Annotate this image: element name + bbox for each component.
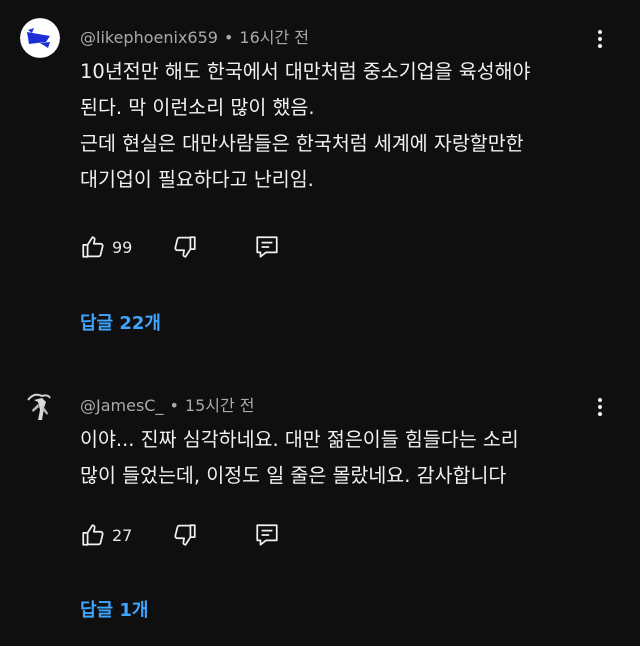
more-vertical-icon[interactable] (588, 393, 612, 421)
dislike-button[interactable] (172, 522, 198, 548)
comment-timestamp[interactable]: 15시간 전 (185, 396, 255, 415)
comment-text: 이야... 진짜 심각하네요. 대만 젊은이들 힘들다는 소리 많이 들었는데,… (80, 422, 519, 494)
comment-actions: 27 (80, 521, 280, 549)
comment-text: 10년전만 해도 한국에서 대만처럼 중소기업을 육성해야 된다. 막 이런소리… (80, 54, 531, 198)
dislike-button[interactable] (172, 234, 198, 260)
reply-button[interactable] (254, 234, 280, 260)
reply-icon (254, 234, 280, 260)
thumb-up-icon (80, 522, 106, 548)
comment-text-line: 된다. 막 이런소리 많이 했음. (80, 96, 315, 119)
meta-separator: • (223, 28, 234, 47)
replies-toggle[interactable]: 답글 1개 (80, 596, 148, 622)
comment-text-line: 10년전만 해도 한국에서 대만처럼 중소기업을 육성해야 (80, 60, 531, 83)
comment-meta: @JamesC_ • 15시간 전 (80, 392, 255, 416)
avatar-image (20, 386, 60, 426)
author-handle[interactable]: @likephoenix659 (80, 28, 218, 47)
avatar[interactable] (20, 18, 60, 58)
like-button[interactable]: 27 (80, 522, 132, 548)
author-handle[interactable]: @JamesC_ (80, 396, 163, 415)
thumb-down-icon (172, 234, 198, 260)
thumb-up-icon (80, 234, 106, 260)
reply-button[interactable] (254, 522, 280, 548)
reply-icon (254, 522, 280, 548)
comment-actions: 99 (80, 233, 280, 261)
comment-timestamp[interactable]: 16시간 전 (239, 28, 309, 47)
comment-meta: @likephoenix659 • 16시간 전 (80, 24, 309, 48)
avatar[interactable] (20, 386, 60, 426)
avatar-image (20, 18, 60, 58)
meta-separator: • (169, 396, 179, 415)
more-vertical-icon[interactable] (588, 25, 612, 53)
comment-text-line: 근데 현실은 대만사람들은 한국처럼 세계에 자랑할만한 (80, 132, 524, 155)
replies-toggle[interactable]: 답글 22개 (80, 309, 161, 335)
thumb-down-icon (172, 522, 198, 548)
like-count: 99 (112, 237, 133, 257)
like-count: 27 (112, 525, 133, 545)
comment-text-line: 대기업이 필요하다고 난리임. (80, 168, 314, 191)
comment-text-line: 이야... 진짜 심각하네요. 대만 젊은이들 힘들다는 소리 (80, 428, 519, 451)
like-button[interactable]: 99 (80, 234, 132, 260)
comment-text-line: 많이 들었는데, 이정도 일 줄은 몰랐네요. 감사합니다 (80, 464, 507, 487)
